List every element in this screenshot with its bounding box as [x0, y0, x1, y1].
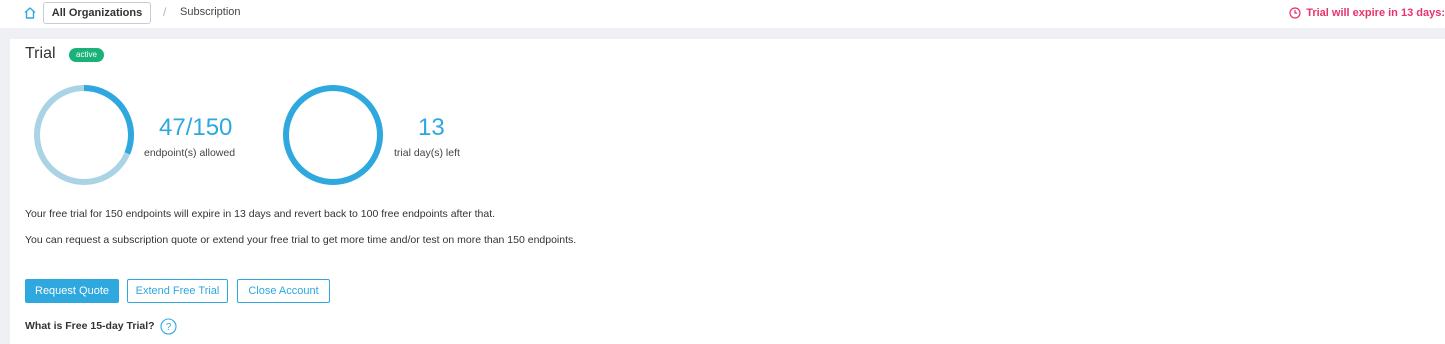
trial-info-text: Your free trial for 150 endpoints will e… — [25, 208, 496, 220]
trial-expiry-text: Trial will expire in 13 days: — [1306, 7, 1445, 19]
extend-free-trial-button[interactable]: Extend Free Trial — [127, 279, 228, 303]
endpoints-label: endpoint(s) allowed — [144, 147, 236, 159]
help-icon[interactable]: ? — [159, 317, 177, 335]
svg-text:?: ? — [165, 322, 171, 333]
trial-days-label: trial day(s) left — [394, 147, 460, 159]
plan-title: Trial — [25, 45, 56, 62]
endpoints-usage-ring — [34, 85, 134, 185]
clock-icon — [1289, 7, 1301, 19]
faq-row: What is Free 15-day Trial? ? — [25, 317, 177, 335]
all-organizations-button[interactable]: All Organizations — [43, 2, 151, 24]
close-account-button[interactable]: Close Account — [237, 279, 330, 303]
faq-question: What is Free 15-day Trial? — [25, 320, 155, 332]
status-badge: active — [69, 48, 104, 62]
breadcrumb-current: Subscription — [180, 6, 241, 18]
trial-days-ring — [283, 85, 383, 185]
endpoints-count: 47/150 — [159, 114, 233, 141]
trial-expiry-warning: Trial will expire in 13 days: — [1289, 5, 1445, 21]
top-bar: All Organizations / Subscription Trial w… — [0, 0, 1445, 28]
trial-days-ring-progress — [283, 85, 383, 185]
home-icon[interactable] — [22, 5, 38, 21]
subscription-panel: Trial active 47/150 endpoint(s) allowed … — [10, 39, 1445, 344]
breadcrumb-separator: / — [163, 5, 167, 19]
trial-days-count: 13 — [418, 114, 445, 141]
request-quote-button[interactable]: Request Quote — [25, 279, 119, 303]
trial-options-text: You can request a subscription quote or … — [25, 234, 577, 246]
